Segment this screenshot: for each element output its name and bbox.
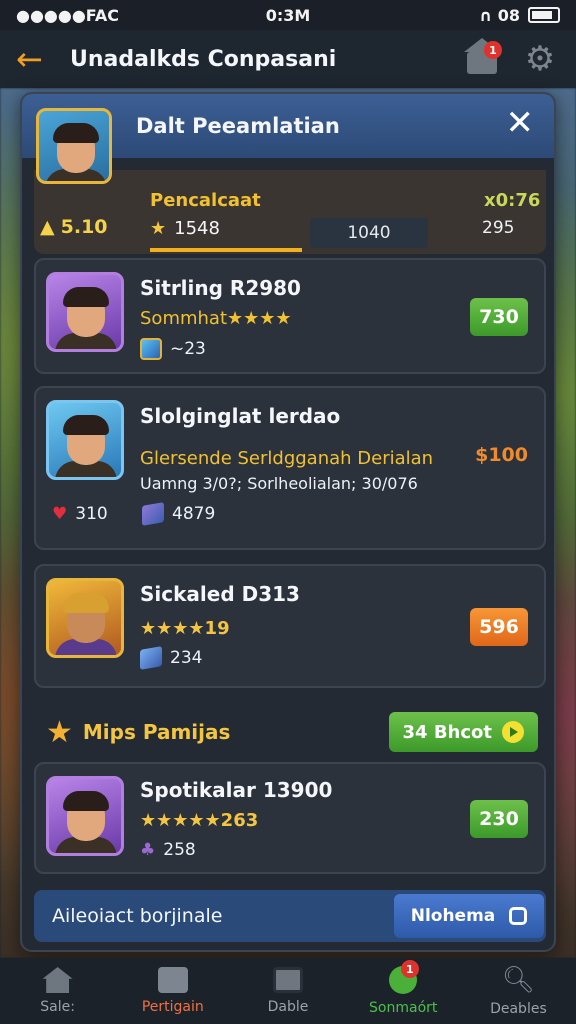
- heart-icon: ♥: [52, 504, 68, 524]
- tab-label: Dable: [267, 999, 309, 1015]
- tab-sale[interactable]: Sale:: [0, 958, 115, 1024]
- profile-timer: x0:76: [484, 190, 541, 211]
- list-item[interactable]: Sitrling R2980 Sommhat★★★★ ~23 730: [34, 258, 546, 374]
- tab-label: Sale:: [40, 999, 75, 1015]
- item-avatar: [46, 400, 124, 480]
- battery-icon: [528, 7, 560, 23]
- settings-button[interactable]: ⚙: [520, 39, 560, 79]
- price-button[interactable]: 596: [470, 608, 528, 646]
- hearts-value: 310: [75, 504, 108, 524]
- status-carrier: ●●●●●FAC: [16, 5, 120, 25]
- footer-text: Aileoiact borjinale: [52, 905, 223, 927]
- item-title: Sitrling R2980: [140, 276, 301, 300]
- item-price[interactable]: $100: [475, 444, 528, 466]
- item-hearts: ♥ 310: [52, 504, 108, 524]
- profile-mid-value: 1040: [310, 218, 428, 248]
- section-header: ★ Mips Pamijas 34 Bhcot: [34, 704, 546, 760]
- box-icon: [157, 967, 188, 993]
- tab-pertigain[interactable]: Pertigain: [115, 958, 230, 1024]
- section-action-button[interactable]: 34 Bhcot: [388, 712, 538, 752]
- list-item[interactable]: Sickaled D313 ★★★★19 234 596: [34, 564, 546, 688]
- tab-dable[interactable]: Dable: [230, 958, 345, 1024]
- list-item[interactable]: Slolginglat lerdao Glersende Serldgganah…: [34, 386, 546, 550]
- back-arrow-icon[interactable]: ←: [16, 40, 56, 78]
- page-title: Unadalkds Conpasani: [70, 46, 337, 72]
- footer-bar: Aileoiact borjinale Nlohema: [34, 890, 546, 942]
- gem-icon: [140, 338, 162, 360]
- cube-icon: [140, 646, 162, 670]
- notification-badge: 1: [484, 41, 502, 59]
- profile-stars: ★ 1548: [150, 218, 220, 239]
- tile-icon: [273, 967, 303, 993]
- item-subtitle: Glersende Serldgganah Derialan: [140, 448, 434, 469]
- tab-badge: 1: [400, 960, 419, 978]
- section-action-label: 34 Bhcot: [402, 721, 493, 743]
- star-icon: ★: [46, 714, 73, 750]
- status-icons: ∩ 08: [479, 5, 520, 25]
- square-icon: [509, 907, 528, 925]
- avatar-face: [45, 121, 107, 181]
- item-meta-value: 258: [163, 840, 196, 860]
- modal-panel: Dalt Peeamlatian ✕ ▲ 5.10 Pencalcaat ★ 1…: [20, 92, 556, 952]
- item-meta: ~23: [140, 338, 206, 360]
- featured-item[interactable]: Spotikalar 13900 ★★★★★263 ♣ 258 230: [34, 762, 546, 874]
- gear-icon: ⚙: [524, 39, 556, 79]
- grape-icon: ♣: [140, 840, 156, 860]
- item-meta-value: 234: [170, 648, 203, 668]
- item-meta-value: ~23: [170, 339, 206, 359]
- tab-label: Sonmaórt: [369, 1000, 438, 1016]
- item-title: Spotikalar 13900: [140, 778, 333, 802]
- coin-icon: ▲: [40, 216, 55, 238]
- status-bar: ●●●●●FAC 0:3M ∩ 08: [0, 0, 576, 30]
- gems-value: 4879: [172, 504, 216, 524]
- play-icon: [502, 721, 524, 743]
- item-gems: 4879: [142, 502, 216, 526]
- item-avatar: [46, 776, 124, 856]
- tab-deables[interactable]: 🔍︎ Deables: [461, 958, 576, 1024]
- search-icon: 🔍︎: [501, 965, 535, 995]
- profile-summary: ▲ 5.10 Pencalcaat ★ 1548 1040 x0:76 295: [34, 106, 546, 254]
- progress-bar: [150, 248, 302, 252]
- player-avatar[interactable]: [36, 108, 112, 184]
- star-icon: ★: [150, 218, 167, 239]
- item-avatar: [46, 272, 124, 352]
- bottom-tab-bar: Sale: Pertigain Dable 1 Sonmaórt 🔍︎ Deab…: [0, 958, 576, 1024]
- item-meta: 234: [140, 646, 203, 670]
- status-right: ∩ 08: [479, 6, 560, 25]
- stars-value: 1548: [174, 218, 220, 239]
- profile-right-value: 295: [482, 218, 515, 238]
- stats-box: [34, 170, 546, 254]
- home-button[interactable]: 1: [462, 38, 502, 79]
- home-icon: [42, 967, 73, 993]
- item-subtitle: Sommhat★★★★: [140, 308, 292, 329]
- tab-label: Deables: [490, 1001, 547, 1017]
- tab-label: Pertigain: [141, 999, 204, 1015]
- footer-button[interactable]: Nlohema: [394, 894, 544, 938]
- item-stars: ★★★★★263: [140, 810, 259, 831]
- gold-value: 5.10: [60, 216, 108, 238]
- price-button[interactable]: 730: [470, 298, 528, 336]
- profile-label: Pencalcaat: [150, 190, 261, 211]
- item-description: Uamng 3/0?; Sorlheolialan; 30/076: [140, 474, 418, 493]
- footer-button-label: Nlohema: [410, 906, 496, 926]
- section-title: Mips Pamijas: [82, 720, 231, 744]
- item-meta: ♣ 258: [140, 840, 196, 860]
- item-title: Sickaled D313: [140, 582, 300, 606]
- app-header: ← Unadalkds Conpasani 1 ⚙: [0, 30, 576, 88]
- item-title: Slolginglat lerdao: [140, 404, 341, 428]
- item-stars: ★★★★19: [140, 618, 230, 639]
- price-button[interactable]: 230: [470, 800, 528, 838]
- tab-sonmaort[interactable]: 1 Sonmaórt: [346, 958, 461, 1024]
- gold-amount: ▲ 5.10: [40, 216, 108, 238]
- item-avatar: [46, 578, 124, 658]
- cube-icon: [142, 502, 164, 526]
